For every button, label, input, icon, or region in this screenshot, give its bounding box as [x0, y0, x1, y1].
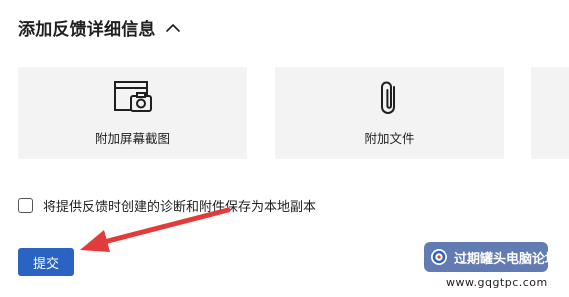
screenshot-icon [112, 80, 154, 118]
attach-file-label: 附加文件 [364, 130, 415, 146]
watermark-text: 过期罐头电脑论坛 [454, 251, 559, 267]
save-local-copy-option[interactable]: 将提供反馈时创建的诊断和附件保存为本地副本 [18, 196, 316, 215]
watermark-badge: 过期罐头电脑论坛 [424, 242, 558, 272]
section-title: 添加反馈详细信息 [18, 20, 156, 40]
attach-screenshot-button[interactable]: 附加屏幕截图 [18, 67, 247, 159]
save-local-copy-label: 将提供反馈时创建的诊断和附件保存为本地副本 [43, 200, 317, 215]
attach-screenshot-label: 附加屏幕截图 [94, 130, 170, 146]
save-local-copy-checkbox[interactable] [18, 198, 33, 213]
third-tile-button[interactable] [531, 67, 569, 159]
feedback-details-panel: 添加反馈详细信息 附加屏幕截图 附加文件 将提供反馈时创建的诊断和附件保存为本地… [0, 0, 569, 297]
chevron-up-icon [164, 19, 182, 37]
watermark-url: www.gqgtpc.com [446, 276, 548, 289]
submit-button[interactable]: 提交 [18, 248, 74, 276]
attach-file-button[interactable]: 附加文件 [275, 67, 504, 159]
section-header[interactable]: 添加反馈详细信息 [18, 15, 182, 40]
paperclip-icon [378, 80, 402, 118]
watermark-logo-icon [430, 248, 448, 266]
